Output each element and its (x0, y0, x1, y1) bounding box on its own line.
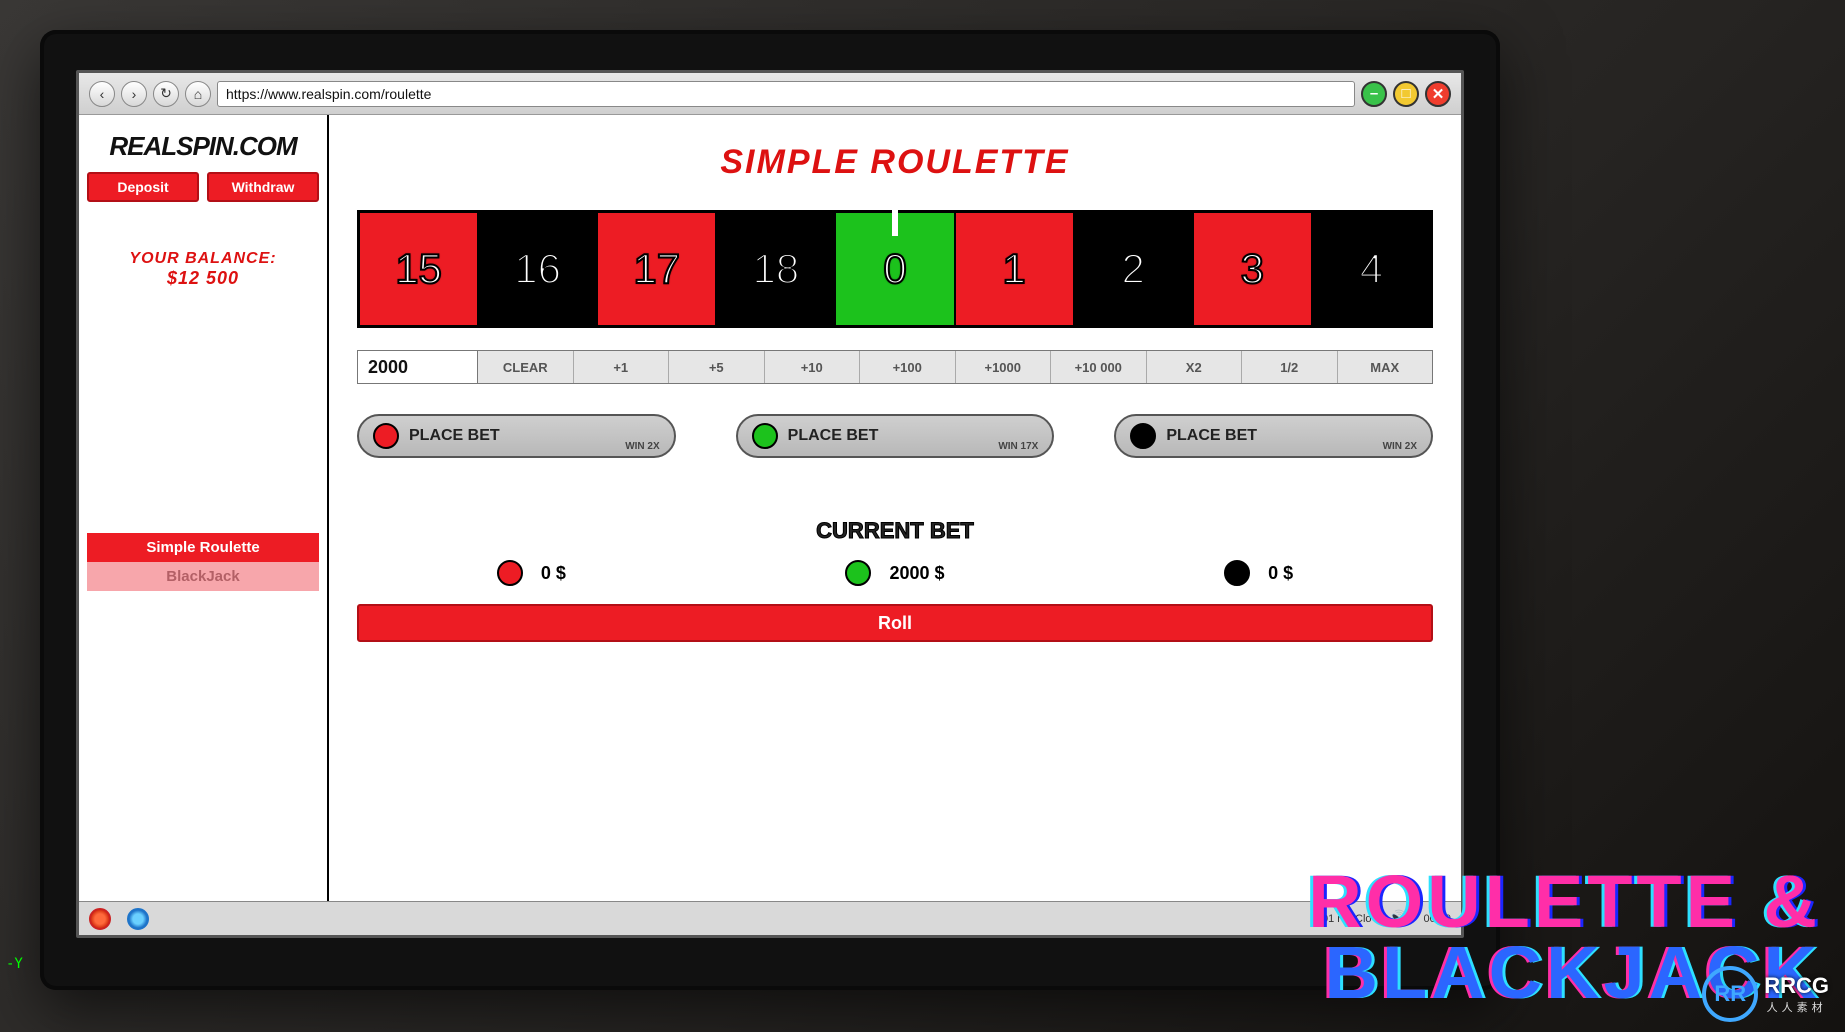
wheel-pointer (892, 210, 898, 236)
sidebar: REALSPIN.COM Deposit Withdraw YOUR BALAN… (79, 115, 329, 901)
place-bet-label: PLACE BET (409, 427, 500, 445)
monitor-frame: ‹ › ↻ ⌂ https://www.realspin.com/roulett… (40, 30, 1500, 990)
wheel-cell-18: 18 (717, 213, 836, 325)
current-bet-amount: 0 $ (541, 563, 566, 584)
place-bet-row: PLACE BETWIN 2XPLACE BETWIN 17XPLACE BET… (357, 414, 1433, 458)
place-bet-label: PLACE BET (1166, 427, 1257, 445)
current-bet-title: CURRENT BET (357, 518, 1433, 544)
back-button[interactable]: ‹ (89, 81, 115, 107)
site-logo: REALSPIN.COM (87, 131, 319, 162)
page-body: REALSPIN.COM Deposit Withdraw YOUR BALAN… (79, 115, 1461, 901)
axis-label: -Y (6, 956, 23, 972)
current-bet-row: 0 $ 2000 $ 0 $ (357, 560, 1433, 586)
withdraw-button[interactable]: Withdraw (207, 172, 319, 202)
taskbar-time: 00:00 (1423, 913, 1451, 925)
amount-btn-clear[interactable]: CLEAR (478, 351, 574, 383)
game-nav: Simple Roulette BlackJack (87, 533, 319, 591)
speaker-icon[interactable]: 🔊 (1388, 909, 1408, 929)
wheel-cell-1: 1 (956, 213, 1075, 325)
window-minimize-button[interactable]: – (1361, 81, 1387, 107)
amount-btn-+1000[interactable]: +1000 (956, 351, 1052, 383)
bet-amount-input[interactable] (358, 351, 478, 383)
screen: ‹ › ↻ ⌂ https://www.realspin.com/roulett… (76, 70, 1464, 938)
wheel-cell-4: 4 (1313, 213, 1430, 325)
taskbar: 0.01 rtly Clo 🔊 00:00 (79, 901, 1461, 935)
wheel-cell-3: 3 (1194, 213, 1313, 325)
taskbar-status: 0.01 rtly Clo (1313, 913, 1372, 925)
browser-icon[interactable] (127, 908, 149, 930)
chip-g-icon (752, 423, 778, 449)
wheel-cell-0: 0 (836, 213, 955, 325)
amount-btn-x2[interactable]: X2 (1147, 351, 1243, 383)
main-panel: SIMPLE ROULETTE 1516171801234 CLEAR+1+5+… (329, 115, 1461, 901)
roulette-wheel: 1516171801234 (357, 210, 1433, 328)
tab-simple-roulette[interactable]: Simple Roulette (87, 533, 319, 562)
chip-b-icon (1130, 423, 1156, 449)
deposit-button[interactable]: Deposit (87, 172, 199, 202)
wheel-cell-2: 2 (1075, 213, 1194, 325)
place-bet-g[interactable]: PLACE BET WIN 17X (736, 414, 1055, 458)
current-bet-amount: 2000 $ (889, 563, 944, 584)
balance-value: $12 500 (87, 268, 319, 289)
current-bet-b: 0 $ (1224, 560, 1293, 586)
forward-button[interactable]: › (121, 81, 147, 107)
amount-btn-+1[interactable]: +1 (574, 351, 670, 383)
url-bar[interactable]: https://www.realspin.com/roulette (217, 81, 1355, 107)
chip-b-icon (1224, 560, 1250, 586)
reload-button[interactable]: ↻ (153, 81, 179, 107)
chip-r-icon (373, 423, 399, 449)
tab-blackjack[interactable]: BlackJack (87, 562, 319, 591)
place-bet-b[interactable]: PLACE BET WIN 2X (1114, 414, 1433, 458)
amount-btn-+5[interactable]: +5 (669, 351, 765, 383)
place-bet-label: PLACE BET (788, 427, 879, 445)
roll-button[interactable]: Roll (357, 604, 1433, 642)
window-close-button[interactable]: ✕ (1425, 81, 1451, 107)
amount-row: CLEAR+1+5+10+100+1000+10 000X21/2MAX (357, 350, 1433, 384)
window-maximize-button[interactable]: □ (1393, 81, 1419, 107)
wheel-cell-15: 15 (360, 213, 479, 325)
place-bet-r[interactable]: PLACE BET WIN 2X (357, 414, 676, 458)
wheel-cell-17: 17 (598, 213, 717, 325)
amount-btn-1/2[interactable]: 1/2 (1242, 351, 1338, 383)
current-bet-g: 2000 $ (845, 560, 944, 586)
win-tag: WIN 2X (625, 441, 659, 452)
wheel-cell-16: 16 (479, 213, 598, 325)
win-tag: WIN 2X (1383, 441, 1417, 452)
page-title: SIMPLE ROULETTE (357, 143, 1433, 182)
home-button[interactable]: ⌂ (185, 81, 211, 107)
win-tag: WIN 17X (998, 441, 1038, 452)
balance-block: YOUR BALANCE: $12 500 (87, 250, 319, 289)
amount-btn-+10000[interactable]: +10 000 (1051, 351, 1147, 383)
current-bet-amount: 0 $ (1268, 563, 1293, 584)
amount-btn-+10[interactable]: +10 (765, 351, 861, 383)
sidebar-buttons: Deposit Withdraw (87, 172, 319, 202)
balance-label: YOUR BALANCE: (87, 250, 319, 268)
chip-g-icon (845, 560, 871, 586)
amount-btn-max[interactable]: MAX (1338, 351, 1433, 383)
chip-r-icon (497, 560, 523, 586)
amount-btn-+100[interactable]: +100 (860, 351, 956, 383)
browser-chrome: ‹ › ↻ ⌂ https://www.realspin.com/roulett… (79, 73, 1461, 115)
power-icon[interactable] (89, 908, 111, 930)
current-bet-r: 0 $ (497, 560, 566, 586)
